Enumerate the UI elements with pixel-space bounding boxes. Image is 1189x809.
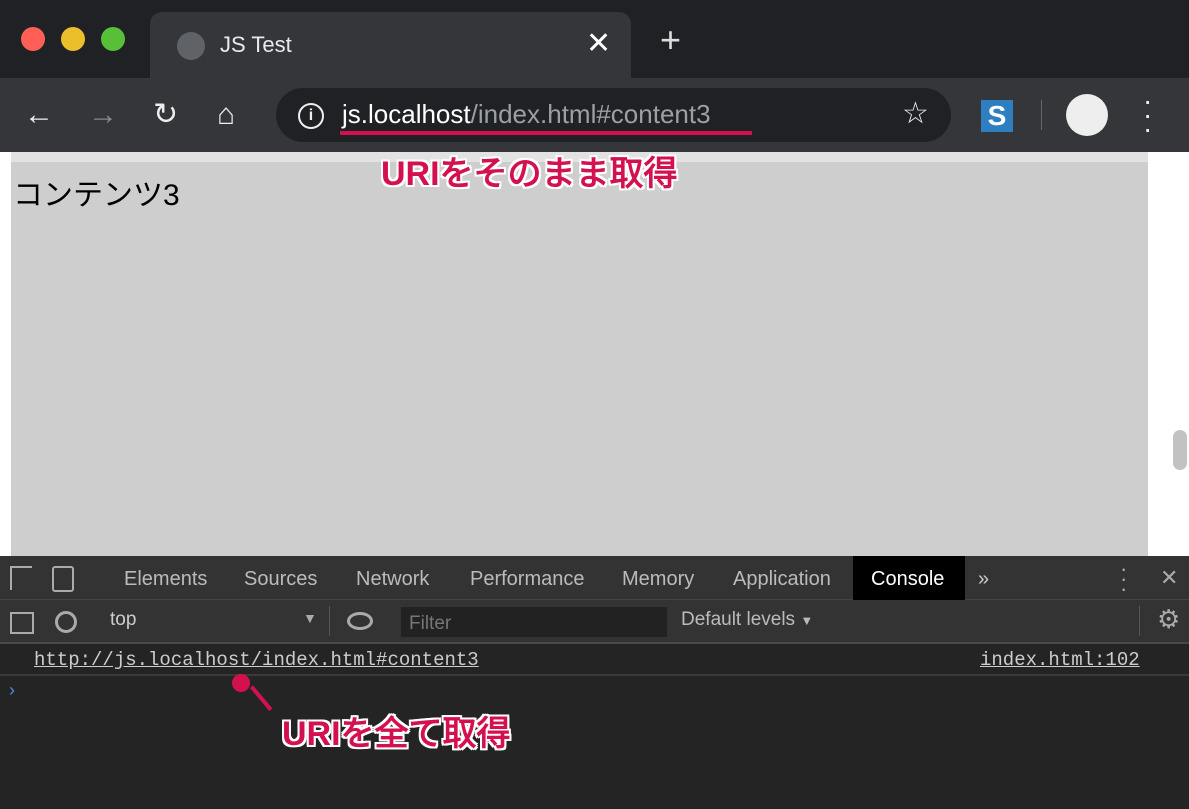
star-icon[interactable]: ☆ <box>902 96 929 131</box>
log-source-link[interactable]: index.html:102 <box>980 649 1140 671</box>
more-tabs-icon[interactable]: » <box>960 556 1007 600</box>
annotation-bottom: URIを全て取得 <box>282 715 511 753</box>
levels-select[interactable]: Default levels ▼ <box>681 609 813 631</box>
address-bar[interactable]: i js.localhost/index.html#content3 ☆ <box>276 88 951 142</box>
tab-performance[interactable]: Performance <box>452 556 603 600</box>
tab-console[interactable]: Console <box>853 556 965 600</box>
devtools-menu-icon[interactable]: · · · <box>1120 558 1127 600</box>
annotation-underline <box>340 131 752 135</box>
inspect-icon[interactable] <box>10 566 32 590</box>
window-close-button[interactable] <box>21 27 45 51</box>
tab-sources[interactable]: Sources <box>226 556 335 600</box>
devtools-tabbar: Elements Sources Network Performance Mem… <box>0 556 1189 600</box>
avatar[interactable] <box>1066 94 1108 136</box>
back-icon[interactable]: ← <box>24 98 54 132</box>
tab-application[interactable]: Application <box>715 556 849 600</box>
annotation-pointer-dot <box>232 674 250 692</box>
content-section: コンテンツ3 <box>11 162 1148 556</box>
tab-elements[interactable]: Elements <box>106 556 225 600</box>
browser-toolbar: ← → ↻ ⌂ i js.localhost/index.html#conten… <box>0 78 1189 152</box>
url-host: js.localhost <box>342 99 471 129</box>
console-log-row: http://js.localhost/index.html#content3 … <box>0 644 1189 676</box>
annotation-top: URIをそのまま取得 <box>381 155 678 193</box>
divider <box>1041 100 1042 130</box>
gear-icon[interactable]: ⚙ <box>1157 604 1180 635</box>
levels-label: Default levels <box>681 609 796 630</box>
scrollbar-thumb[interactable] <box>1173 430 1187 470</box>
new-tab-button[interactable]: + <box>660 22 681 58</box>
page-viewport: コンテンツ3 <box>0 152 1189 556</box>
devtools-panel: Elements Sources Network Performance Mem… <box>0 556 1189 809</box>
tab-strip: JS Test ✕ + <box>0 0 1189 78</box>
menu-icon[interactable]: · · · <box>1143 87 1152 143</box>
log-message[interactable]: http://js.localhost/index.html#content3 <box>34 649 479 671</box>
filter-input[interactable]: Filter <box>401 607 667 637</box>
divider <box>329 606 330 636</box>
console-toolbar: top ▼ Filter Default levels ▼ ⚙ <box>0 600 1189 644</box>
close-devtools-icon[interactable]: ✕ <box>1160 565 1178 591</box>
clear-console-icon[interactable] <box>55 611 77 633</box>
extension-icon[interactable]: S <box>981 100 1013 132</box>
window-zoom-button[interactable] <box>101 27 125 51</box>
tab-title: JS Test <box>220 32 292 57</box>
home-icon[interactable]: ⌂ <box>217 98 235 132</box>
globe-icon <box>177 32 205 60</box>
chevron-down-icon[interactable]: ▼ <box>303 610 317 626</box>
context-select[interactable]: top <box>110 609 136 631</box>
content-heading: コンテンツ3 <box>13 179 180 212</box>
chevron-down-icon: ▼ <box>800 613 814 628</box>
sidebar-toggle-icon[interactable] <box>10 612 34 634</box>
tab-memory[interactable]: Memory <box>604 556 712 600</box>
browser-tab[interactable]: JS Test ✕ <box>150 12 631 78</box>
annotation-pointer-line <box>250 685 273 711</box>
window-minimize-button[interactable] <box>61 27 85 51</box>
url-text[interactable]: js.localhost/index.html#content3 <box>342 99 711 130</box>
url-path: /index.html#content3 <box>470 99 711 129</box>
forward-icon[interactable]: → <box>88 98 118 132</box>
reload-icon[interactable]: ↻ <box>153 98 178 132</box>
divider <box>1139 606 1140 636</box>
tab-network[interactable]: Network <box>338 556 447 600</box>
device-toggle-icon[interactable] <box>52 566 74 592</box>
info-icon[interactable]: i <box>298 103 324 129</box>
close-tab-icon[interactable]: ✕ <box>586 26 611 61</box>
eye-icon[interactable] <box>347 612 373 630</box>
console-prompt-icon[interactable]: › <box>9 680 15 701</box>
